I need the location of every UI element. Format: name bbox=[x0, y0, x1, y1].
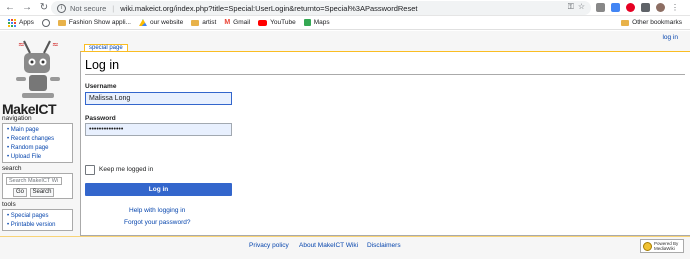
tools-title: tools bbox=[2, 201, 16, 208]
navigation-title: navigation bbox=[2, 115, 32, 122]
reload-icon[interactable]: ↻ bbox=[37, 1, 51, 15]
address-separator: | bbox=[112, 3, 115, 13]
footer-divider bbox=[0, 236, 690, 237]
globe-icon bbox=[41, 18, 50, 27]
sidebar-item-main-page[interactable]: Main page bbox=[7, 126, 68, 135]
menu-icon[interactable]: ⋮ bbox=[671, 3, 679, 12]
bookmark-youtube[interactable]: YouTube bbox=[258, 19, 296, 26]
bookmarks-bar: Apps Fashion Show appli... our website a… bbox=[0, 16, 690, 30]
footer-disclaimers-link[interactable]: Disclaimers bbox=[367, 242, 401, 249]
gmail-icon: M bbox=[224, 19, 231, 26]
forward-icon[interactable]: → bbox=[20, 1, 34, 15]
avatar[interactable] bbox=[656, 3, 665, 12]
folder-icon bbox=[621, 19, 630, 26]
browser-toolbar: ← → ↻ i Not secure | wiki.makeict.org/in… bbox=[0, 0, 690, 16]
footer-privacy-link[interactable]: Privacy policy bbox=[249, 242, 289, 249]
username-label: Username bbox=[85, 83, 117, 90]
url-text: wiki.makeict.org/index.php?title=Special… bbox=[120, 3, 418, 13]
puzzle-icon[interactable] bbox=[641, 3, 650, 12]
powered-by-mediawiki-badge[interactable]: Powered By MediaWiki bbox=[640, 239, 684, 253]
bookmark-gmail[interactable]: M Gmail bbox=[224, 19, 250, 26]
robot-logo-icon: ≈ ≈ bbox=[16, 40, 60, 98]
sidebar-item-random-page[interactable]: Random page bbox=[7, 144, 68, 153]
bookmark-globe[interactable] bbox=[41, 18, 50, 27]
search-input[interactable]: Search MakeICT Wi bbox=[6, 177, 62, 185]
bookmark-star-icon[interactable]: ☆ bbox=[578, 2, 585, 12]
search-title: search bbox=[2, 165, 22, 172]
search-portlet: Search MakeICT Wi Go Search bbox=[2, 173, 73, 199]
tools-portlet: Special pages Printable version bbox=[2, 209, 73, 231]
keep-logged-in-label: Keep me logged in bbox=[99, 166, 154, 173]
search-button[interactable]: Search bbox=[30, 188, 54, 197]
other-bookmarks[interactable]: Other bookmarks bbox=[621, 19, 682, 26]
info-icon[interactable]: i bbox=[57, 3, 66, 13]
back-icon[interactable]: ← bbox=[3, 1, 17, 15]
page-title: Log in bbox=[85, 58, 120, 72]
keep-logged-in-checkbox[interactable] bbox=[85, 165, 95, 175]
maps-icon bbox=[303, 19, 311, 26]
title-divider bbox=[85, 74, 685, 75]
badge-line-2: MediaWiki bbox=[654, 246, 675, 251]
bookmark-fashion-show[interactable]: Fashion Show appli... bbox=[57, 19, 131, 26]
key-icon[interactable]: ⚿ bbox=[568, 2, 574, 12]
navigation-portlet: Main page Recent changes Random page Upl… bbox=[2, 123, 73, 163]
bookmark-apps[interactable]: Apps bbox=[8, 18, 34, 27]
go-button[interactable]: Go bbox=[13, 188, 27, 197]
forgot-password-link[interactable]: Forgot your password? bbox=[124, 219, 190, 226]
username-field[interactable]: Malissa Long bbox=[85, 92, 232, 105]
folder-icon bbox=[191, 19, 200, 26]
password-field[interactable]: •••••••••••••• bbox=[85, 123, 232, 136]
password-label: Password bbox=[85, 115, 116, 122]
sidebar-item-upload-file[interactable]: Upload File bbox=[7, 153, 68, 162]
pinterest-icon[interactable] bbox=[626, 3, 635, 12]
help-logging-in-link[interactable]: Help with logging in bbox=[129, 207, 185, 214]
apps-grid-icon bbox=[8, 18, 16, 27]
youtube-icon bbox=[258, 19, 268, 26]
security-label: Not secure bbox=[70, 3, 107, 13]
login-link[interactable]: log in bbox=[662, 34, 678, 41]
sidebar-item-printable-version[interactable]: Printable version bbox=[7, 221, 68, 230]
sidebar-item-special-pages[interactable]: Special pages bbox=[7, 212, 68, 221]
extension-s-icon[interactable] bbox=[596, 3, 605, 12]
makeict-logo[interactable]: ≈ ≈ MakeICT bbox=[2, 37, 74, 121]
bookmark-maps[interactable]: Maps bbox=[303, 19, 330, 26]
bookmark-our-website[interactable]: our website bbox=[138, 19, 183, 26]
folder-icon bbox=[57, 19, 66, 26]
extension-icons: ⋮ bbox=[596, 3, 679, 12]
login-button[interactable]: Log in bbox=[85, 183, 232, 196]
mediawiki-flower-icon bbox=[643, 241, 652, 251]
svg-text:≈: ≈ bbox=[52, 40, 59, 49]
drive-icon bbox=[138, 19, 147, 26]
sidebar-item-recent-changes[interactable]: Recent changes bbox=[7, 135, 68, 144]
extension-doc-icon[interactable] bbox=[611, 3, 620, 12]
footer-about-link[interactable]: About MakeICT Wiki bbox=[299, 242, 358, 249]
wiki-page: log in ≈ ≈ MakeICT navigation Main page … bbox=[0, 31, 690, 259]
svg-text:≈: ≈ bbox=[18, 40, 25, 49]
address-bar[interactable]: i Not secure | wiki.makeict.org/index.ph… bbox=[51, 1, 591, 15]
bookmark-artist[interactable]: artist bbox=[191, 19, 216, 26]
content-area: Log in Username Malissa Long Password ••… bbox=[80, 51, 690, 236]
